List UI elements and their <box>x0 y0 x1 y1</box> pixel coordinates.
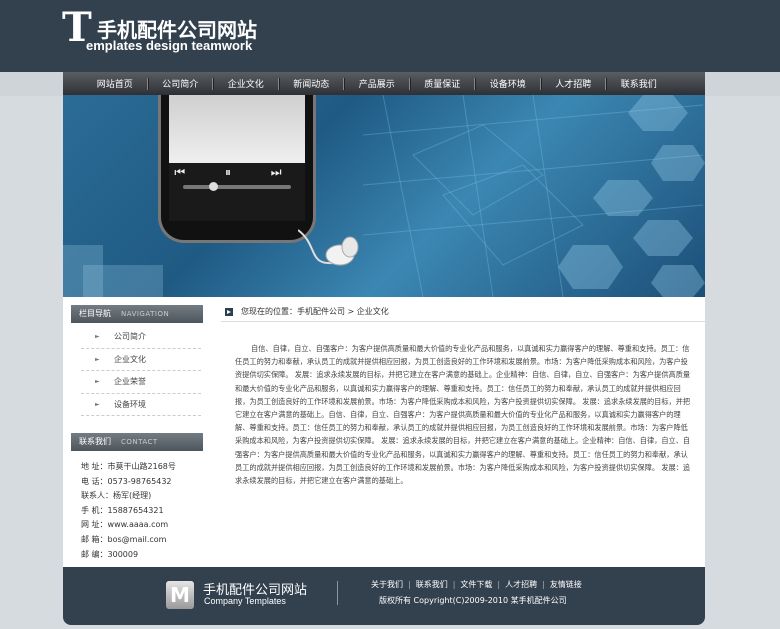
breadcrumb-arrow-icon <box>225 308 233 316</box>
nav-item-culture[interactable]: 企业文化 <box>214 77 278 90</box>
sidebar-item-equipment[interactable]: ► 设备环境 <box>81 394 201 416</box>
media-controls: ⏮ ⏸ ⏭ <box>174 165 300 179</box>
nav-item-products[interactable]: 产品展示 <box>345 77 409 90</box>
nav-panel-title-en: NAVIGATION <box>121 310 170 318</box>
link-separator: | <box>452 580 456 589</box>
arrow-icon: ► <box>95 333 100 340</box>
site-header: T 手机配件公司网站 emplates design teamwork <box>0 0 780 72</box>
nav-item-news[interactable]: 新闻动态 <box>280 77 344 90</box>
site-footer: M 手机配件公司网站 Company Templates 关于我们 | 联系我们 | 文… <box>63 567 705 625</box>
nav-item-equipment[interactable]: 设备环境 <box>476 77 540 90</box>
earbuds-icon <box>298 229 359 266</box>
link-separator: | <box>497 580 501 589</box>
sidebar-item-label: 公司简介 <box>114 332 146 341</box>
footer-link-jobs[interactable]: 人才招聘 <box>505 580 537 589</box>
contact-mobile: 手 机：15887654321 <box>81 505 164 515</box>
contact-phone: 电 话：0573-98765432 <box>81 476 172 486</box>
sidebar-item-label: 企业文化 <box>114 354 146 364</box>
site-tagline: emplates design teamwork <box>86 38 253 53</box>
arrow-icon: ► <box>95 355 100 363</box>
contact-info: 地 址：市莫干山路2168号 电 话：0573-98765432 联系人：杨军(… <box>81 460 176 562</box>
contact-website: 网 址：www.aaaa.com <box>81 520 169 530</box>
hero-banner: ⏮ ⏸ ⏭ <box>63 95 705 297</box>
breadcrumb-text: 您现在的位置：手机配件公司 > 企业文化 <box>241 307 389 316</box>
article-body: 自信、自律，自立、自强客户：为客户提供高质量和最大价值的专业化产品和服务，以真诚… <box>235 344 691 486</box>
sidebar-item-culture[interactable]: ► 企业文化 <box>81 349 201 371</box>
phone-screen: ⏮ ⏸ ⏭ <box>169 95 305 221</box>
footer-subtitle: Company Templates <box>204 596 286 606</box>
sidebar-menu: ► 公司简介 ► 企业文化 ► 企业荣誉 ► 设备环境 <box>81 326 201 416</box>
contact-panel-title-en: CONTACT <box>121 438 158 446</box>
contact-address: 地 址：市莫干山路2168号 <box>81 462 176 471</box>
sidebar-item-honors[interactable]: ► 企业荣誉 <box>81 371 201 394</box>
nav-panel-title: 栏目导航 <box>79 309 111 318</box>
main-nav: 网站首页 公司简介 企业文化 新闻动态 产品展示 质量保证 设备环境 人才招聘 … <box>63 72 705 95</box>
footer-logo-icon: M <box>166 581 194 609</box>
main-content: 您现在的位置：手机配件公司 > 企业文化 自信、自律，自立、自强客户：为客户提供… <box>211 297 705 567</box>
nav-item-quality[interactable]: 质量保证 <box>411 77 475 90</box>
sidebar: 栏目导航 NAVIGATION ► 公司简介 ► 企业文化 ► 企业荣誉 ► 设备环境 联… <box>63 297 211 567</box>
phone-image: ⏮ ⏸ ⏭ <box>158 95 316 243</box>
footer-link-about[interactable]: 关于我们 <box>371 580 403 589</box>
link-separator: | <box>542 580 545 589</box>
link-separator: | <box>408 580 411 589</box>
sidebar-item-label: 企业荣誉 <box>114 377 146 386</box>
contact-panel-title: 联系我们 <box>79 437 111 446</box>
arrow-icon: ► <box>95 378 100 385</box>
contact-panel-heading: 联系我们 CONTACT <box>71 433 203 451</box>
footer-link-contact[interactable]: 联系我们 <box>416 580 448 589</box>
copyright: 版权所有 Copyright(C)2009-2010 某手机配件公司 <box>379 596 567 605</box>
breadcrumb: 您现在的位置：手机配件公司 > 企业文化 <box>221 302 705 322</box>
footer-link-friends[interactable]: 友情链接 <box>550 580 582 589</box>
sidebar-item-about[interactable]: ► 公司简介 <box>81 326 201 349</box>
footer-links: 关于我们 | 联系我们 | 文件下载 | 人才招聘 | 友情链接 <box>371 579 582 590</box>
nav-panel-heading: 栏目导航 NAVIGATION <box>71 305 203 323</box>
nav-item-jobs[interactable]: 人才招聘 <box>542 77 606 90</box>
nav-item-contact[interactable]: 联系我们 <box>607 77 671 90</box>
contact-person: 联系人：杨军(经理) <box>81 491 152 501</box>
nav-item-home[interactable]: 网站首页 <box>83 77 147 90</box>
sidebar-item-label: 设备环境 <box>114 399 146 409</box>
arrow-icon: ► <box>95 400 100 408</box>
nav-item-about[interactable]: 公司简介 <box>149 77 213 90</box>
progress-bar <box>183 185 291 189</box>
contact-email: 邮 箱：bos@mail.com <box>81 534 167 544</box>
footer-divider <box>337 581 338 605</box>
phone-photo <box>169 95 305 163</box>
footer-link-downloads[interactable]: 文件下载 <box>460 580 492 589</box>
progress-knob <box>209 182 218 191</box>
contact-postcode: 邮 编：300009 <box>81 549 139 559</box>
